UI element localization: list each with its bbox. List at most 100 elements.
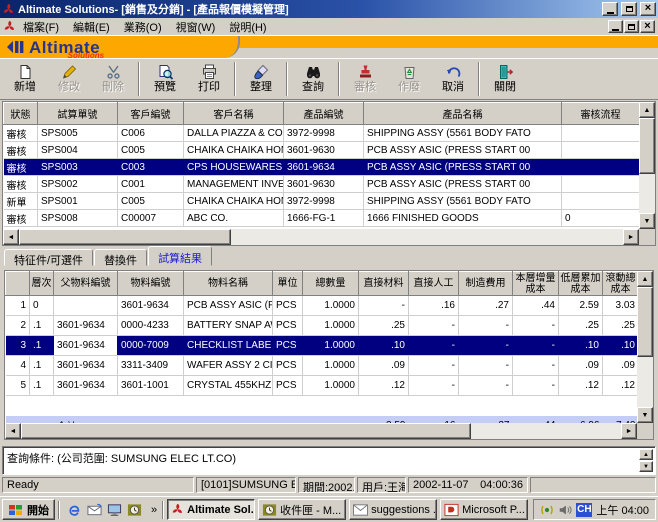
- scrollbar-thumb[interactable]: [637, 287, 653, 357]
- bom-row[interactable]: 4.13601-96343311-3409WAFER ASSY 2 CIR(PC…: [6, 356, 639, 376]
- scroll-left-icon[interactable]: ◄: [5, 423, 21, 439]
- network-activity-icon[interactable]: [540, 504, 554, 516]
- tab-trial-result[interactable]: 試算結果: [148, 246, 212, 266]
- column-header-7[interactable]: 直接材料: [359, 272, 409, 296]
- cell: 3972-9998: [284, 193, 364, 210]
- cell: .10: [603, 336, 639, 356]
- toolbar-button-new[interactable]: 新增: [3, 60, 47, 98]
- task-button-2[interactable]: suggestions ...: [349, 499, 437, 520]
- scrollbar-track[interactable]: [639, 174, 655, 213]
- scrollbar-thumb[interactable]: [639, 118, 655, 174]
- minimize-button[interactable]: [602, 2, 618, 16]
- column-header-12[interactable]: 滾動總成本: [603, 272, 639, 296]
- show-desktop-icon[interactable]: [106, 501, 123, 518]
- bom-row[interactable]: 103601-9634PCB ASSY ASIC (PIPCS1.0000-.1…: [6, 296, 639, 316]
- cell: 3311-3409: [118, 356, 184, 376]
- scrollbar-track[interactable]: [637, 357, 653, 407]
- query-scrollbar[interactable]: ▲ ▼: [639, 449, 653, 472]
- header-row: 狀態試算單號客戶編號客戶名稱產品編號產品名稱審核流程: [4, 103, 640, 125]
- cell: 審核: [4, 210, 38, 227]
- menu-file[interactable]: 檔案(F): [16, 18, 66, 36]
- column-header-3[interactable]: 物料編號: [118, 272, 184, 296]
- task-button-1[interactable]: 收件匣 - M...: [258, 499, 346, 520]
- quotation-row[interactable]: 審核SPS008C00007ABC CO.1666-FG-11666 FINIS…: [4, 210, 640, 227]
- scroll-right-icon[interactable]: ►: [621, 423, 637, 439]
- chevron-icon[interactable]: »: [149, 504, 159, 516]
- scroll-down-icon[interactable]: ▼: [639, 461, 653, 472]
- menu-business[interactable]: 業務(O): [117, 18, 169, 36]
- scroll-up-icon[interactable]: ▲: [639, 449, 653, 460]
- toolbar-button-print[interactable]: 打印: [187, 60, 231, 98]
- cell: WAFER ASSY 2 CIR(: [184, 356, 273, 376]
- scroll-left-icon[interactable]: ◄: [3, 229, 19, 245]
- toolbar-button-query[interactable]: 查詢: [291, 60, 335, 98]
- task-button-0[interactable]: Altimate Sol...: [167, 499, 255, 520]
- column-header-4[interactable]: 產品編號: [284, 103, 364, 125]
- column-header-0[interactable]: 狀態: [4, 103, 38, 125]
- close-button[interactable]: ×: [640, 2, 656, 16]
- column-header-0[interactable]: [6, 272, 30, 296]
- quotation-row[interactable]: 審核SPS003C003CPS HOUSEWARES PTY LTD.3601-…: [4, 159, 640, 176]
- scrollbar-track[interactable]: [231, 229, 623, 245]
- toolbar-button-close[interactable]: 關閉: [483, 60, 527, 98]
- speaker-icon[interactable]: [558, 504, 572, 516]
- tab-feature-optional[interactable]: 特征件/可選件: [4, 249, 93, 266]
- cell: SPS001: [38, 193, 118, 210]
- quotation-horizontal-scrollbar[interactable]: ◄ ►: [3, 229, 639, 245]
- column-header-5[interactable]: 單位: [273, 272, 303, 296]
- column-header-10[interactable]: 本層增量成本: [513, 272, 559, 296]
- start-button[interactable]: 開始: [2, 499, 55, 520]
- quotation-row[interactable]: 審核SPS002C001MANAGEMENT INVESTMENT &3601-…: [4, 176, 640, 193]
- menu-help[interactable]: 說明(H): [222, 18, 273, 36]
- column-header-5[interactable]: 產品名稱: [364, 103, 562, 125]
- column-header-6[interactable]: 總數量: [303, 272, 359, 296]
- child-minimize-button[interactable]: [608, 20, 623, 33]
- outlook-express-icon[interactable]: [86, 501, 103, 518]
- column-header-9[interactable]: 制造費用: [459, 272, 513, 296]
- scroll-right-icon[interactable]: ►: [623, 229, 639, 245]
- column-header-6[interactable]: 審核流程: [562, 103, 640, 125]
- toolbar-button-preview[interactable]: 預覽: [143, 60, 187, 98]
- bom-vertical-scrollbar[interactable]: ▲ ▼: [637, 271, 653, 423]
- ie-icon[interactable]: [66, 501, 83, 518]
- scrollbar-thumb[interactable]: [19, 229, 231, 245]
- cell: -: [409, 376, 459, 396]
- column-header-4[interactable]: 物料名稱: [184, 272, 273, 296]
- language-indicator[interactable]: CH: [576, 503, 592, 517]
- column-header-1[interactable]: 試算單號: [38, 103, 118, 125]
- scroll-up-icon[interactable]: ▲: [637, 271, 653, 287]
- scroll-down-icon[interactable]: ▼: [639, 213, 655, 229]
- toolbar-button-organize[interactable]: 整理: [239, 60, 283, 98]
- menu-bar: 檔案(F) 編輯(E) 業務(O) 視窗(W) 說明(H) ×: [0, 18, 658, 36]
- bom-row[interactable]: 5.13601-96343601-1001CRYSTAL 455KHZPCS1.…: [6, 376, 639, 396]
- scrollbar-thumb[interactable]: [21, 423, 471, 439]
- cell: 審核: [4, 176, 38, 193]
- menu-window[interactable]: 視窗(W): [169, 18, 223, 36]
- scroll-up-icon[interactable]: ▲: [639, 102, 655, 118]
- bom-horizontal-scrollbar[interactable]: ◄ ►: [5, 423, 637, 439]
- toolbar-button-label: 關閉: [494, 81, 516, 93]
- bom-row[interactable]: 2.13601-96340000-4233BATTERY SNAP AWG(PC…: [6, 316, 639, 336]
- scrollbar-track[interactable]: [471, 423, 621, 439]
- restore-button[interactable]: [621, 2, 637, 16]
- toolbar-button-cancel[interactable]: 取消: [431, 60, 475, 98]
- tab-substitute[interactable]: 替換件: [94, 249, 147, 266]
- child-close-button[interactable]: ×: [640, 20, 655, 33]
- task-button-3[interactable]: Microsoft P...: [440, 499, 528, 520]
- column-header-1[interactable]: 層次: [30, 272, 54, 296]
- quotation-row[interactable]: 審核SPS004C005CHAIKA CHAIKA HONG KONG3601-…: [4, 142, 640, 159]
- quotation-row[interactable]: 新單SPS001C005CHAIKA CHAIKA HONG KONG3972-…: [4, 193, 640, 210]
- column-header-8[interactable]: 直接人工: [409, 272, 459, 296]
- column-header-3[interactable]: 客戶名稱: [184, 103, 284, 125]
- menu-edit[interactable]: 編輯(E): [66, 18, 117, 36]
- child-restore-button[interactable]: [624, 20, 639, 33]
- bom-row[interactable]: 3.13601-96340000-7009CHECKLIST LABEL(PCS…: [6, 336, 639, 356]
- quotation-row[interactable]: 審核SPS005C006DALLA PIAZZA & CO. (HK)3972-…: [4, 125, 640, 142]
- column-header-2[interactable]: 父物料編號: [54, 272, 118, 296]
- outlook-icon[interactable]: [126, 501, 143, 518]
- quotation-vertical-scrollbar[interactable]: ▲ ▼: [639, 102, 655, 229]
- scroll-down-icon[interactable]: ▼: [637, 407, 653, 423]
- column-header-11[interactable]: 低層累加成本: [559, 272, 603, 296]
- column-header-2[interactable]: 客戶編號: [118, 103, 184, 125]
- cell: -: [359, 296, 409, 316]
